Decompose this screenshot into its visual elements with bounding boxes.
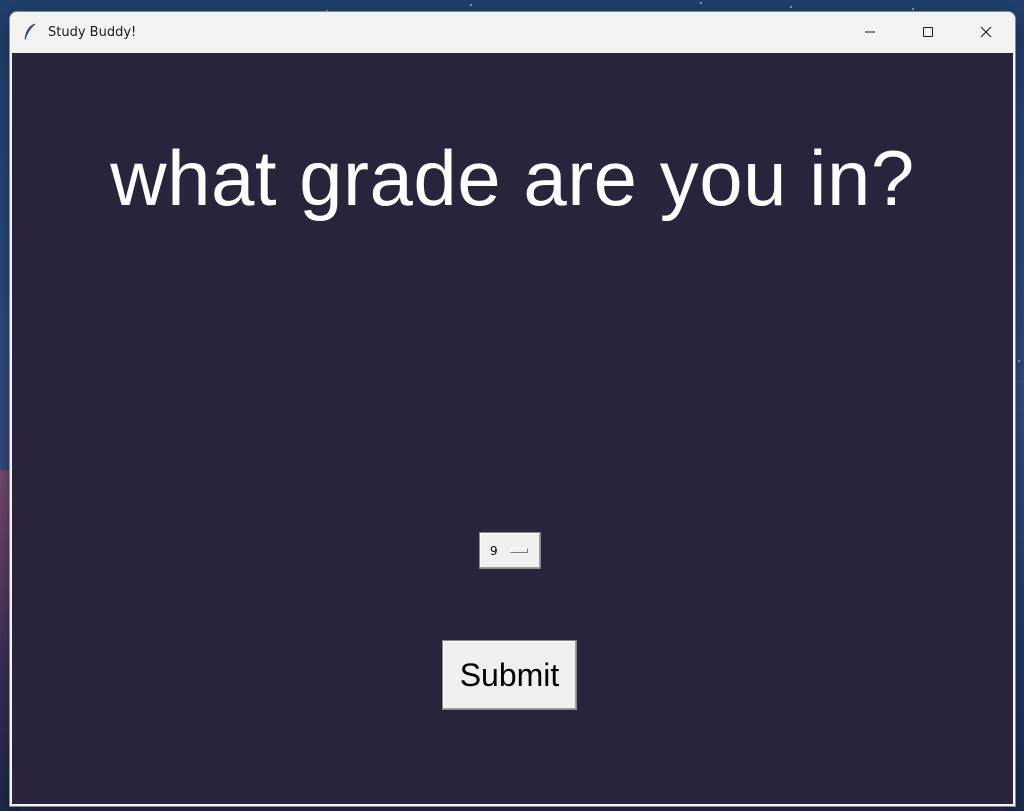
maximize-icon — [923, 27, 933, 37]
star — [470, 4, 472, 6]
grade-option-menu[interactable]: 9 — [479, 532, 541, 569]
question-heading: what grade are you in? — [110, 134, 915, 222]
grade-selected-value: 9 — [490, 543, 498, 558]
submit-button[interactable]: Submit — [442, 640, 577, 710]
minimize-button[interactable] — [841, 12, 899, 52]
window-title: Study Buddy! — [48, 24, 137, 40]
star — [700, 2, 702, 4]
window-controls — [841, 12, 1015, 52]
app-content: what grade are you in? 9 Submit — [12, 53, 1013, 804]
star — [1018, 360, 1020, 362]
star — [912, 8, 914, 10]
minimize-icon — [865, 31, 875, 33]
maximize-button[interactable] — [899, 12, 957, 52]
close-button[interactable] — [957, 12, 1015, 52]
star — [790, 6, 792, 8]
title-bar[interactable]: Study Buddy! — [10, 12, 1015, 52]
close-icon — [980, 26, 992, 38]
feather-icon — [22, 23, 38, 40]
app-window: Study Buddy! what grade are you in? 9 Su… — [9, 11, 1016, 807]
option-menu-indicator-icon — [509, 548, 528, 553]
